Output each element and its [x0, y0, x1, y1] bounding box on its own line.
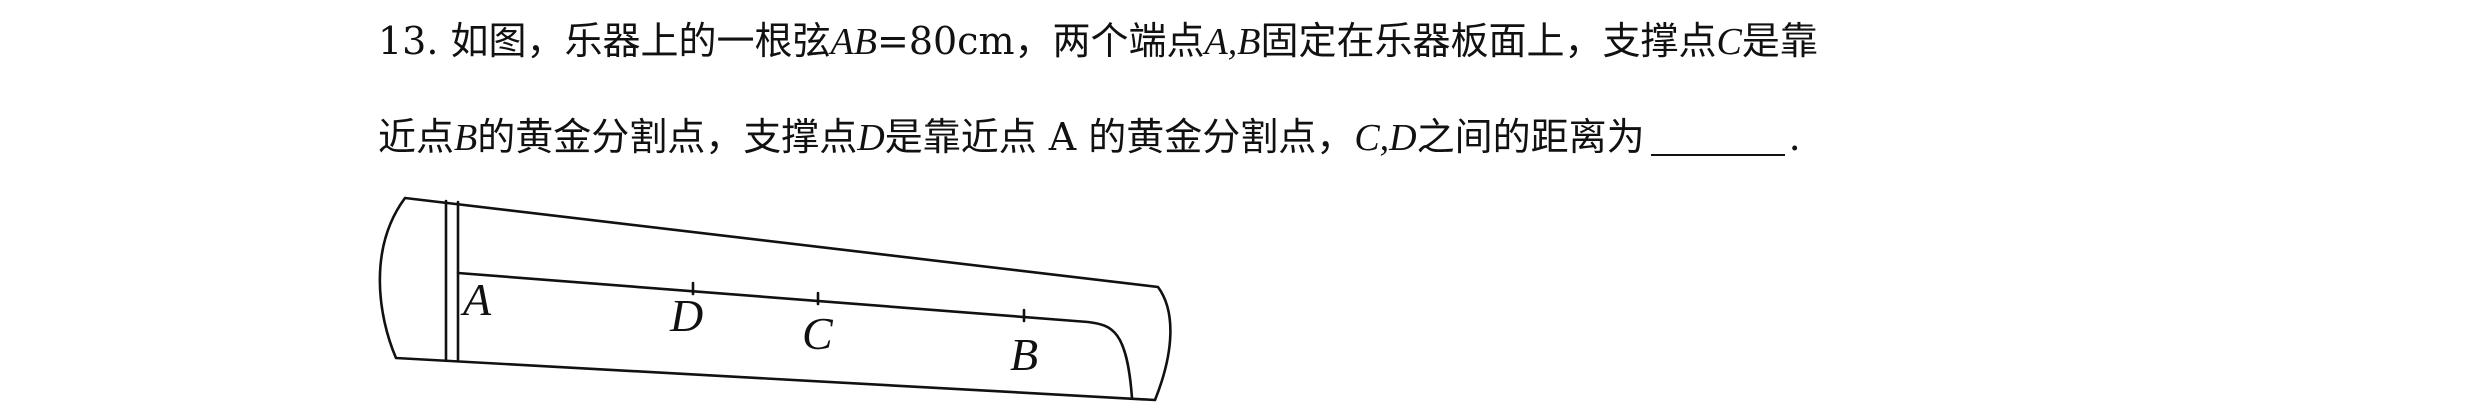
text-segment: 固定在乐器板面上，支撑点: [1260, 19, 1717, 63]
problem-line-1: 13. 如图，乐器上的一根弦AB=80cm，两个端点A,B固定在乐器板面上，支撑…: [378, 16, 1818, 67]
text-segment: 如图，乐器上的一根弦: [450, 19, 831, 63]
instrument-diagram: A D C B: [378, 196, 1172, 402]
instrument-body-outline: [378, 196, 1172, 402]
answer-blank[interactable]: [1650, 118, 1785, 156]
math-ab: AB: [830, 21, 877, 63]
text-segment: 的黄金分割点，支撑点: [477, 115, 858, 159]
label-b: B: [1010, 329, 1038, 380]
label-c: C: [802, 308, 834, 359]
label-a: A: [460, 274, 492, 325]
math-endpoints: A,B: [1204, 21, 1261, 63]
math-d: D: [857, 117, 885, 159]
text-segment: =80cm，两个端点: [876, 19, 1205, 63]
instrument-figure: A D C B: [360, 188, 1180, 408]
math-c: C: [1716, 21, 1742, 63]
math-b: B: [454, 117, 478, 159]
text-segment: 是靠: [1741, 19, 1818, 63]
problem-line-2: 近点B的黄金分割点，支撑点D是靠近点 A 的黄金分割点，C,D之间的距离为.: [378, 112, 1801, 163]
label-d: D: [669, 290, 703, 341]
text-segment: .: [1788, 115, 1801, 159]
math-cd: C,D: [1354, 117, 1417, 159]
text-segment: 之间的距离为: [1416, 115, 1645, 159]
text-segment: 是靠近点 A 的黄金分割点，: [884, 115, 1355, 159]
text-segment: 近点: [378, 115, 455, 159]
problem-number: 13.: [378, 19, 439, 63]
